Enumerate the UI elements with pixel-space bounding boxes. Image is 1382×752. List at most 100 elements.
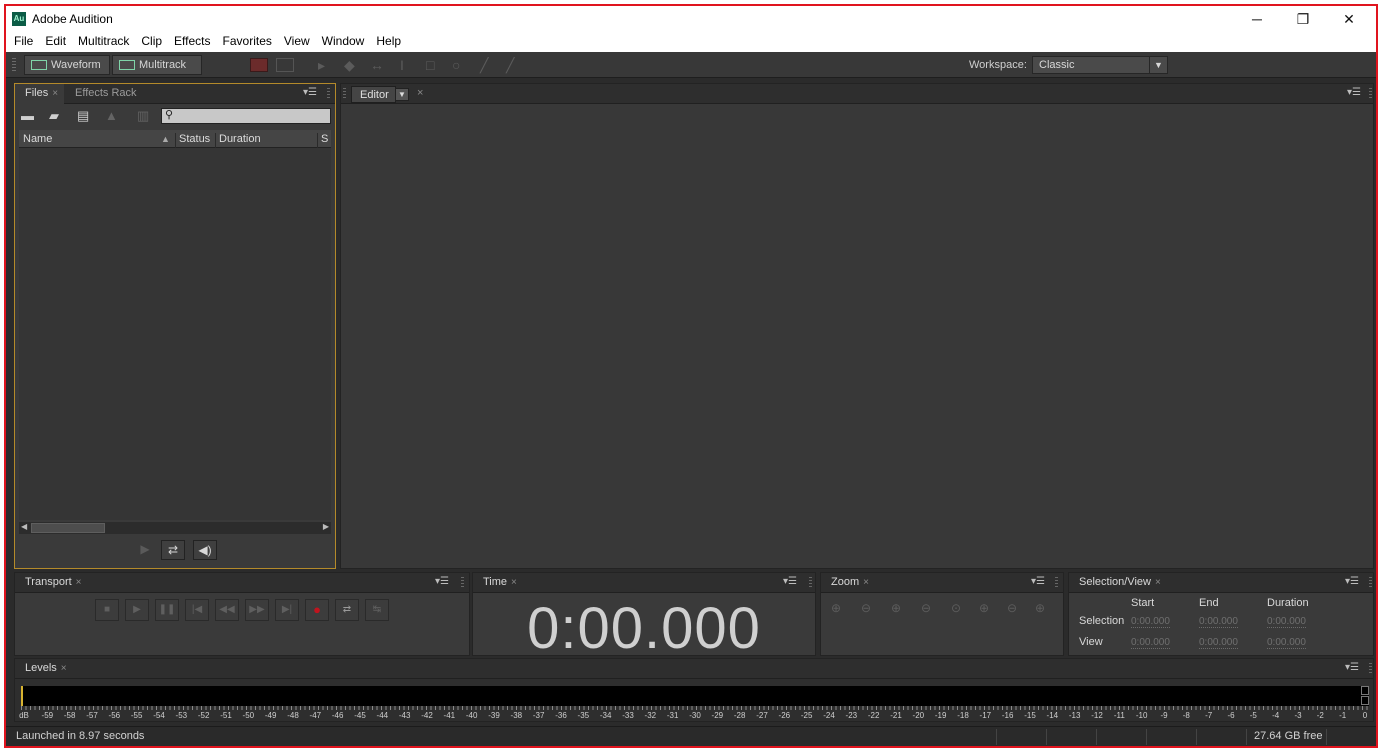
menu-file[interactable]: File bbox=[6, 32, 39, 52]
tab-transport[interactable]: Transport × bbox=[15, 573, 88, 593]
panel-menu-icon[interactable]: ▾☰ bbox=[435, 576, 449, 587]
workspace-select[interactable]: Classic ▼ bbox=[1032, 56, 1168, 74]
menu-multitrack[interactable]: Multitrack bbox=[72, 32, 135, 52]
tab-effects-rack[interactable]: Effects Rack bbox=[65, 84, 143, 104]
column-duration[interactable]: Duration bbox=[219, 133, 261, 145]
slip-tool-icon[interactable]: ↔ bbox=[370, 57, 384, 73]
zoom-out-time-icon[interactable]: ⊖ bbox=[921, 601, 931, 615]
close-icon[interactable]: × bbox=[511, 577, 517, 588]
tab-files[interactable]: Files × bbox=[15, 84, 65, 104]
close-icon[interactable]: × bbox=[52, 88, 58, 99]
tab-editor[interactable]: Editor bbox=[351, 86, 396, 103]
new-file-icon[interactable]: ▤ bbox=[77, 108, 89, 124]
zoom-out-point-icon[interactable]: ⊖ bbox=[1007, 601, 1017, 615]
close-icon[interactable]: × bbox=[1155, 577, 1161, 588]
time-selection-tool-icon[interactable]: I bbox=[400, 57, 404, 73]
view-start-field[interactable]: 0:00.000 bbox=[1131, 637, 1170, 649]
record-button[interactable]: ● bbox=[305, 599, 329, 621]
menu-edit[interactable]: Edit bbox=[39, 32, 72, 52]
menu-window[interactable]: Window bbox=[316, 32, 371, 52]
panel-grip-icon[interactable] bbox=[1369, 577, 1372, 589]
import-file-icon[interactable]: ▰ bbox=[49, 108, 59, 124]
tab-levels[interactable]: Levels × bbox=[15, 659, 73, 679]
view-end-field[interactable]: 0:00.000 bbox=[1199, 637, 1238, 649]
horizontal-scrollbar[interactable]: ◀ ▶ bbox=[19, 522, 331, 534]
close-icon[interactable]: × bbox=[417, 87, 423, 99]
column-status[interactable]: Status bbox=[179, 133, 210, 145]
zoom-in-amplitude-icon[interactable]: ⊕ bbox=[831, 601, 841, 615]
selection-duration-field[interactable]: 0:00.000 bbox=[1267, 616, 1306, 628]
razor-tool-icon[interactable]: ◆ bbox=[344, 57, 355, 74]
view-duration-field[interactable]: 0:00.000 bbox=[1267, 637, 1306, 649]
trash-icon[interactable]: ▥ bbox=[137, 108, 149, 124]
scroll-right-icon[interactable]: ▶ bbox=[323, 522, 329, 531]
skip-selection-button[interactable]: ↹ bbox=[365, 599, 389, 621]
selection-end-field[interactable]: 0:00.000 bbox=[1199, 616, 1238, 628]
multitrack-button[interactable]: Multitrack bbox=[112, 55, 202, 75]
play-icon[interactable]: ▶ bbox=[133, 540, 157, 560]
close-button[interactable]: ✕ bbox=[1326, 8, 1372, 30]
panel-menu-icon[interactable]: ▾☰ bbox=[1031, 576, 1045, 587]
zoom-in-time-icon[interactable]: ⊕ bbox=[891, 601, 901, 615]
play-button[interactable]: ▶ bbox=[125, 599, 149, 621]
editor-dropdown-icon[interactable]: ▼ bbox=[395, 88, 409, 101]
scroll-left-icon[interactable]: ◀ bbox=[21, 522, 27, 531]
tab-selection-view[interactable]: Selection/View × bbox=[1069, 573, 1167, 593]
waveform-button[interactable]: Waveform bbox=[24, 55, 110, 75]
marquee-tool-icon[interactable]: □ bbox=[426, 57, 434, 73]
clip-indicator[interactable] bbox=[1361, 686, 1369, 695]
scrollbar-thumb[interactable] bbox=[31, 523, 105, 533]
move-tool-icon[interactable]: ▸ bbox=[318, 57, 325, 74]
menu-clip[interactable]: Clip bbox=[135, 32, 168, 52]
open-folder-icon[interactable]: ▬ bbox=[21, 108, 34, 123]
tab-zoom[interactable]: Zoom × bbox=[821, 573, 875, 593]
tab-time[interactable]: Time × bbox=[473, 573, 523, 593]
minimize-button[interactable]: ─ bbox=[1234, 8, 1280, 30]
panel-grip-icon[interactable] bbox=[343, 88, 346, 100]
brush-tool-icon[interactable]: ╱ bbox=[480, 57, 488, 74]
close-icon[interactable]: × bbox=[76, 577, 82, 588]
previous-button[interactable]: |◀ bbox=[185, 599, 209, 621]
stop-button[interactable]: ■ bbox=[95, 599, 119, 621]
auto-play-icon[interactable]: ◀) bbox=[193, 540, 217, 560]
zoom-to-selection-icon[interactable]: ⊕ bbox=[1035, 601, 1045, 615]
panel-grip-icon[interactable] bbox=[1055, 577, 1058, 589]
next-button[interactable]: ▶| bbox=[275, 599, 299, 621]
menu-favorites[interactable]: Favorites bbox=[217, 32, 278, 52]
toolbar-grip-icon[interactable] bbox=[12, 58, 16, 72]
close-icon[interactable]: × bbox=[61, 663, 67, 674]
close-icon[interactable]: × bbox=[863, 577, 869, 588]
spectral-frequency-icon[interactable] bbox=[250, 58, 268, 72]
clip-indicator[interactable] bbox=[1361, 696, 1369, 705]
spectral-pitch-icon[interactable] bbox=[276, 58, 294, 72]
column-sample-rate[interactable]: S bbox=[321, 133, 328, 145]
loop-button[interactable]: ⇄ bbox=[335, 599, 359, 621]
panel-grip-icon[interactable] bbox=[809, 577, 812, 589]
insert-multitrack-icon[interactable]: ▲ bbox=[105, 108, 118, 123]
lasso-tool-icon[interactable]: ○ bbox=[452, 57, 460, 73]
panel-grip-icon[interactable] bbox=[1369, 663, 1372, 675]
menu-view[interactable]: View bbox=[278, 32, 316, 52]
zoom-out-full-icon[interactable]: ⊙ bbox=[951, 601, 961, 615]
panel-menu-icon[interactable]: ▾☰ bbox=[1347, 87, 1361, 98]
panel-menu-icon[interactable]: ▾☰ bbox=[303, 87, 317, 98]
loop-playback-icon[interactable]: ⇄ bbox=[161, 540, 185, 560]
selection-start-field[interactable]: 0:00.000 bbox=[1131, 616, 1170, 628]
zoom-out-amplitude-icon[interactable]: ⊖ bbox=[861, 601, 871, 615]
restore-button[interactable]: ❐ bbox=[1280, 8, 1326, 30]
file-list[interactable] bbox=[19, 148, 331, 520]
sort-ascending-icon[interactable]: ▲ bbox=[161, 134, 170, 144]
menu-help[interactable]: Help bbox=[370, 32, 407, 52]
panel-menu-icon[interactable]: ▾☰ bbox=[783, 576, 797, 587]
spot-healing-tool-icon[interactable]: ╱ bbox=[506, 57, 514, 74]
panel-grip-icon[interactable] bbox=[1369, 88, 1372, 100]
column-name[interactable]: Name bbox=[23, 133, 52, 145]
panel-grip-icon[interactable] bbox=[461, 577, 464, 589]
rewind-button[interactable]: ◀◀ bbox=[215, 599, 239, 621]
menu-effects[interactable]: Effects bbox=[168, 32, 216, 52]
panel-menu-icon[interactable]: ▾☰ bbox=[1345, 576, 1359, 587]
panel-grip-icon[interactable] bbox=[327, 88, 330, 100]
panel-menu-icon[interactable]: ▾☰ bbox=[1345, 662, 1359, 673]
zoom-in-point-icon[interactable]: ⊕ bbox=[979, 601, 989, 615]
fast-forward-button[interactable]: ▶▶ bbox=[245, 599, 269, 621]
